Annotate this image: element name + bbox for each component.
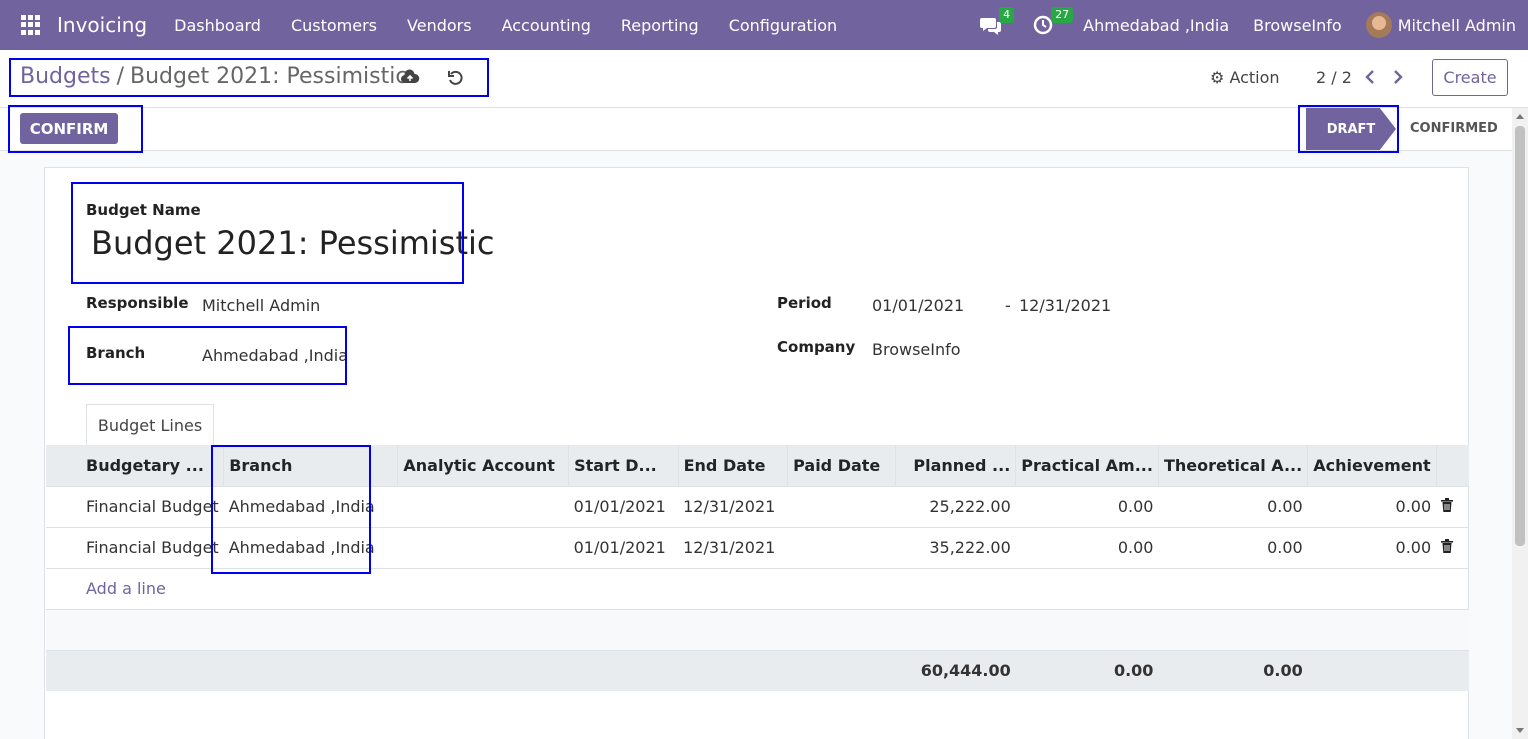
pager-value[interactable]: 2 / 2 [1316,68,1352,87]
top-navbar: Invoicing Dashboard Customers Vendors Ac… [0,0,1528,50]
row-delete-cell [1436,526,1469,568]
messages-icon[interactable]: 4 [979,7,1015,37]
col-practical-amount[interactable]: Practical Am... [1015,445,1159,486]
cell-theoretical-amount[interactable]: 0.00 [1158,485,1308,527]
tab-budget-lines[interactable]: Budget Lines [86,404,214,446]
user-menu[interactable]: Mitchell Admin [1398,16,1516,35]
cell-end-date[interactable]: 12/31/2021 [678,526,788,568]
col-branch[interactable]: Branch [223,445,398,486]
cell-achievement[interactable]: 0.00 [1307,485,1437,527]
cell-practical-amount[interactable]: 0.00 [1015,526,1159,568]
add-line-link[interactable]: Add a line [86,579,166,598]
status-bar: CONFIRM DRAFT CONFIRMED [0,108,1512,151]
breadcrumb-separator: / [116,64,125,89]
col-theoretical-amount[interactable]: Theoretical A... [1157,445,1308,486]
responsible-field[interactable]: Mitchell Admin [202,296,320,315]
col-paid-date[interactable]: Paid Date [787,445,896,486]
company-label: Company [777,338,856,356]
menu-accounting[interactable]: Accounting [487,16,606,35]
action-menu-button[interactable]: ⚙ Action [1210,68,1280,87]
empty-row [46,608,1469,650]
pager-next-icon[interactable] [1388,68,1406,86]
total-practical-amount: 0.00 [1015,649,1159,691]
period-separator: - [1005,296,1011,315]
table-header-row: Budgetary ... Branch Analytic Account St… [46,445,1469,486]
menu-vendors[interactable]: Vendors [392,16,487,35]
col-actions [1435,445,1469,486]
stage-draft[interactable]: DRAFT [1306,108,1396,150]
trash-icon[interactable] [1441,497,1454,512]
totals-row: 60,444.00 0.00 0.00 [46,649,1469,691]
add-line-row: Add a line [46,567,1469,609]
stage-confirmed[interactable]: CONFIRMED [1410,121,1498,136]
cell-paid-date[interactable] [787,485,896,527]
budget-name-label: Budget Name [86,201,201,219]
cell-planned-amount[interactable]: 25,222.00 [895,485,1016,527]
row-delete-cell [1436,485,1469,527]
trash-icon[interactable] [1441,538,1454,553]
cell-branch[interactable]: Ahmedabad ,India [223,485,398,527]
action-label: Action [1229,68,1280,87]
period-label: Period [777,294,832,312]
breadcrumb-parent[interactable]: Budgets [20,64,111,89]
budget-name-field[interactable]: Budget 2021: Pessimistic [91,224,495,262]
cell-achievement[interactable]: 0.00 [1307,526,1437,568]
form-sheet: Budget Name Budget 2021: Pessimistic Res… [44,167,1469,739]
save-cloud-icon[interactable] [400,68,420,88]
branch-switcher[interactable]: Ahmedabad ,India [1083,16,1229,35]
cell-analytic-account[interactable] [397,526,569,568]
activities-icon[interactable]: 27 [1031,7,1074,37]
branch-label: Branch [86,344,146,362]
messages-badge: 4 [999,7,1015,23]
company-field[interactable]: BrowseInfo [872,340,961,359]
page-scrollbar[interactable] [1512,108,1528,739]
menu-configuration[interactable]: Configuration [714,16,853,35]
control-panel: Budgets / Budget 2021: Pessimistic ⚙ Actio… [0,50,1528,108]
gear-icon: ⚙ [1210,68,1225,87]
cell-paid-date[interactable] [787,526,896,568]
menu-reporting[interactable]: Reporting [606,16,714,35]
col-end-date[interactable]: End Date [677,445,788,486]
discard-undo-icon[interactable] [446,68,466,88]
cell-theoretical-amount[interactable]: 0.00 [1158,526,1308,568]
menu-dashboard[interactable]: Dashboard [159,16,276,35]
responsible-label: Responsible [86,294,189,312]
total-theoretical-amount: 0.00 [1158,649,1308,691]
col-start-date[interactable]: Start D... [568,445,679,486]
cell-branch[interactable]: Ahmedabad ,India [223,526,398,568]
cell-analytic-account[interactable] [397,485,569,527]
app-menu-icon[interactable] [21,15,41,35]
company-switcher[interactable]: BrowseInfo [1253,16,1342,35]
col-planned-amount[interactable]: Planned ... [894,445,1016,486]
branch-field[interactable]: Ahmedabad ,India [202,346,348,365]
confirm-button[interactable]: CONFIRM [20,113,118,144]
col-achievement[interactable]: Achievement [1307,445,1437,486]
cell-budgetary-position[interactable]: Financial Budget [46,485,224,527]
breadcrumb-current: Budget 2021: Pessimistic [130,64,408,89]
breadcrumb: Budgets / Budget 2021: Pessimistic [20,64,407,89]
cell-start-date[interactable]: 01/01/2021 [568,485,679,527]
user-avatar[interactable] [1365,12,1392,38]
cell-practical-amount[interactable]: 0.00 [1015,485,1159,527]
budget-lines-table: Budgetary ... Branch Analytic Account St… [46,445,1469,691]
scroll-down-icon[interactable] [1516,728,1524,733]
cell-start-date[interactable]: 01/01/2021 [568,526,679,568]
period-start-field[interactable]: 01/01/2021 [872,296,964,315]
scroll-up-icon[interactable] [1516,114,1524,119]
menu-customers[interactable]: Customers [276,16,392,35]
col-budgetary-position[interactable]: Budgetary ... [46,445,224,486]
col-analytic-account[interactable]: Analytic Account [397,445,569,486]
scrollbar-thumb[interactable] [1515,126,1525,546]
cell-planned-amount[interactable]: 35,222.00 [895,526,1016,568]
pager-previous-icon[interactable] [1362,68,1380,86]
cell-budgetary-position[interactable]: Financial Budget [46,526,224,568]
period-end-field[interactable]: 12/31/2021 [1019,296,1111,315]
cell-end-date[interactable]: 12/31/2021 [678,485,788,527]
table-row[interactable]: Financial Budget Ahmedabad ,India 01/01/… [46,526,1469,568]
app-title[interactable]: Invoicing [57,13,147,37]
total-planned-amount: 60,444.00 [895,649,1016,691]
create-button[interactable]: Create [1432,59,1508,96]
activities-badge: 27 [1051,7,1074,23]
table-row[interactable]: Financial Budget Ahmedabad ,India 01/01/… [46,485,1469,527]
